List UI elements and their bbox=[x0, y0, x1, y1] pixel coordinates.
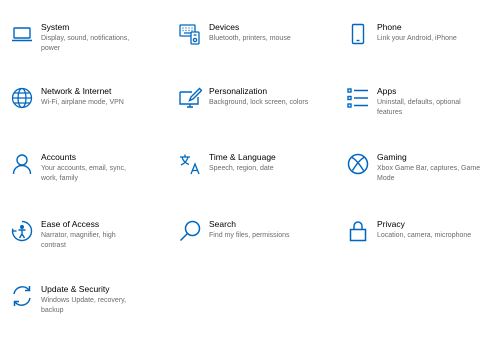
settings-tile-time-language[interactable]: Time & Language Speech, region, date bbox=[178, 152, 338, 208]
search-icon bbox=[178, 219, 202, 243]
tile-description: Speech, region, date bbox=[209, 165, 274, 172]
apps-list-icon bbox=[346, 86, 370, 110]
settings-tile-devices[interactable]: Devices Bluetooth, printers, mouse bbox=[178, 22, 338, 78]
tile-title: Update & Security bbox=[41, 284, 110, 294]
sync-icon bbox=[10, 284, 34, 308]
tile-title: Devices bbox=[209, 22, 240, 32]
tile-description: Your accounts, email, sync, work, family bbox=[41, 165, 126, 182]
lock-icon bbox=[346, 219, 370, 243]
settings-grid: System Display, sound, notifications, po… bbox=[0, 0, 504, 333]
settings-tile-accounts[interactable]: Accounts Your accounts, email, sync, wor… bbox=[10, 152, 170, 208]
tile-description: Location, camera, microphone bbox=[377, 232, 472, 239]
ease-of-access-icon bbox=[10, 219, 34, 243]
tile-title: Personalization bbox=[209, 86, 268, 96]
tile-title: Time & Language bbox=[209, 152, 276, 162]
tile-description: Uninstall, defaults, optional features bbox=[377, 99, 461, 116]
settings-tile-phone[interactable]: Phone Link your Android, iPhone bbox=[346, 22, 504, 78]
settings-tile-ease-of-access[interactable]: Ease of Access Narrator, magnifier, high… bbox=[10, 219, 170, 275]
tile-description: Find my files, permissions bbox=[209, 232, 290, 239]
tile-description: Windows Update, recovery, backup bbox=[41, 297, 127, 314]
tile-title: System bbox=[41, 22, 70, 32]
laptop-icon bbox=[10, 22, 34, 46]
globe-icon bbox=[10, 86, 34, 110]
settings-tile-privacy[interactable]: Privacy Location, camera, microphone bbox=[346, 219, 504, 275]
keyboard-icon bbox=[178, 22, 202, 46]
language-icon bbox=[178, 152, 202, 176]
settings-tile-gaming[interactable]: Gaming Xbox Game Bar, captures, Game Mod… bbox=[346, 152, 504, 208]
tile-title: Accounts bbox=[41, 152, 76, 162]
tile-description: Wi-Fi, airplane mode, VPN bbox=[41, 99, 124, 106]
settings-tile-search[interactable]: Search Find my files, permissions bbox=[178, 219, 338, 275]
person-icon bbox=[10, 152, 34, 176]
settings-tile-personalization[interactable]: Personalization Background, lock screen,… bbox=[178, 86, 338, 142]
tile-title: Privacy bbox=[377, 219, 405, 229]
tile-description: Bluetooth, printers, mouse bbox=[209, 35, 291, 42]
pen-monitor-icon bbox=[178, 86, 202, 110]
tile-title: Ease of Access bbox=[41, 219, 100, 229]
tile-description: Narrator, magnifier, high contrast bbox=[41, 232, 116, 249]
settings-tile-update-security[interactable]: Update & Security Windows Update, recove… bbox=[10, 284, 170, 340]
tile-description: Link your Android, iPhone bbox=[377, 35, 457, 42]
settings-tile-system[interactable]: System Display, sound, notifications, po… bbox=[10, 22, 170, 78]
tile-description: Xbox Game Bar, captures, Game Mode bbox=[377, 165, 481, 182]
tile-title: Apps bbox=[377, 86, 397, 96]
xbox-icon bbox=[346, 152, 370, 176]
tile-title: Gaming bbox=[377, 152, 407, 162]
tile-title: Network & Internet bbox=[41, 86, 112, 96]
tile-title: Phone bbox=[377, 22, 402, 32]
tile-title: Search bbox=[209, 219, 236, 229]
tile-description: Background, lock screen, colors bbox=[209, 99, 309, 106]
settings-tile-network[interactable]: Network & Internet Wi-Fi, airplane mode,… bbox=[10, 86, 170, 142]
settings-tile-apps[interactable]: Apps Uninstall, defaults, optional featu… bbox=[346, 86, 504, 142]
tile-description: Display, sound, notifications, power bbox=[41, 35, 130, 52]
phone-icon bbox=[346, 22, 370, 46]
